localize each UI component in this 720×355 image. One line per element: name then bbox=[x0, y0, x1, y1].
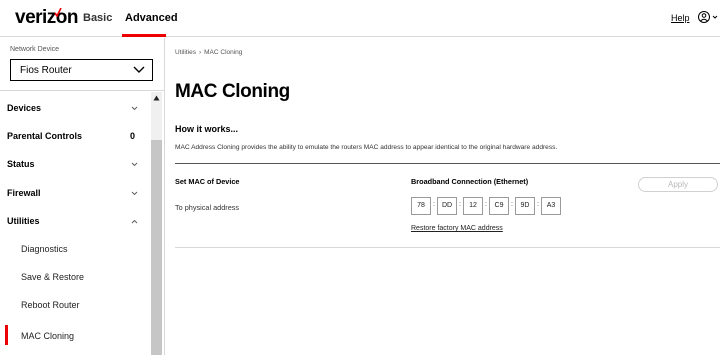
chevron-down-icon bbox=[131, 191, 138, 196]
sidebar-item-diagnostics[interactable]: Diagnostics bbox=[0, 236, 150, 264]
sidebar-item-label: Parental Controls bbox=[7, 131, 83, 141]
top-bar: verizon Basic Advanced Help bbox=[0, 0, 720, 37]
help-link[interactable]: Help bbox=[671, 13, 690, 23]
sidebar-item-mac-cloning[interactable]: MAC Cloning bbox=[0, 323, 150, 351]
breadcrumb: Utilities › MAC Cloning bbox=[175, 49, 242, 56]
restore-factory-mac-link[interactable]: Restore factory MAC address bbox=[411, 225, 503, 232]
mac-octet-input[interactable]: C9 bbox=[489, 197, 509, 215]
sidebar-item-label: MAC Cloning bbox=[21, 331, 75, 341]
breadcrumb-separator: › bbox=[198, 49, 202, 56]
physical-address-label: To physical address bbox=[175, 203, 240, 212]
chevron-down-icon bbox=[133, 66, 145, 73]
sidebar-item-devices[interactable]: Devices bbox=[0, 95, 150, 123]
network-device-label: Network Device bbox=[10, 46, 60, 53]
chevron-down-icon bbox=[131, 106, 138, 111]
mac-octet-input[interactable]: 12 bbox=[463, 197, 483, 215]
active-tab-indicator bbox=[122, 34, 166, 37]
sidebar-item-label: Diagnostics bbox=[21, 244, 68, 254]
verizon-logo[interactable]: verizon bbox=[15, 7, 79, 29]
sidebar-scrollbar-thumb[interactable] bbox=[151, 140, 162, 355]
how-it-works-description: MAC Address Cloning provides the ability… bbox=[175, 144, 558, 151]
broadband-connection-header: Broadband Connection (Ethernet) bbox=[411, 177, 529, 186]
active-item-indicator bbox=[5, 325, 8, 345]
network-device-select[interactable]: Fios Router bbox=[10, 59, 153, 81]
sidebar-item-status[interactable]: Status bbox=[0, 151, 150, 179]
sidebar: Network Device Fios Router Devices Paren… bbox=[0, 38, 165, 355]
network-device-value: Fios Router bbox=[20, 65, 72, 76]
main-content: Utilities › MAC Cloning MAC Cloning How it… bbox=[166, 38, 720, 355]
sidebar-item-label: Firewall bbox=[7, 188, 41, 198]
sidebar-item-firewall[interactable]: Firewall bbox=[0, 180, 150, 208]
mac-octet-input[interactable]: 78 bbox=[411, 197, 431, 215]
sidebar-divider bbox=[0, 90, 165, 91]
chevron-down-icon bbox=[131, 162, 138, 167]
mac-separator: : bbox=[433, 201, 435, 208]
mac-separator: : bbox=[459, 201, 461, 208]
sidebar-item-utilities[interactable]: Utilities bbox=[0, 208, 150, 236]
sidebar-item-label: Devices bbox=[7, 103, 42, 113]
sidebar-item-label: Status bbox=[7, 159, 35, 169]
sidebar-item-label: Utilities bbox=[7, 216, 40, 226]
scroll-up-arrow-icon[interactable] bbox=[153, 95, 160, 101]
parental-controls-count: 0 bbox=[130, 131, 136, 141]
set-mac-header: Set MAC of Device bbox=[175, 177, 240, 186]
tab-basic[interactable]: Basic bbox=[83, 12, 112, 24]
breadcrumb-parent[interactable]: Utilities bbox=[175, 49, 196, 56]
user-circle-icon[interactable] bbox=[697, 10, 719, 24]
sidebar-item-reboot-router[interactable]: Reboot Router bbox=[0, 292, 150, 320]
section-divider bbox=[175, 163, 720, 164]
mac-separator: : bbox=[537, 201, 539, 208]
breadcrumb-current: MAC Cloning bbox=[204, 49, 243, 56]
verizon-check-icon bbox=[54, 8, 62, 17]
sidebar-item-parental-controls[interactable]: Parental Controls 0 bbox=[0, 123, 150, 151]
how-it-works-heading: How it works... bbox=[175, 124, 239, 134]
tab-advanced[interactable]: Advanced bbox=[125, 12, 178, 24]
mac-separator: : bbox=[485, 201, 487, 208]
mac-octet-input[interactable]: A3 bbox=[541, 197, 561, 215]
sidebar-item-label: Reboot Router bbox=[21, 300, 80, 310]
page-title: MAC Cloning bbox=[175, 81, 290, 102]
mac-separator: : bbox=[511, 201, 513, 208]
sidebar-item-label: Save & Restore bbox=[21, 272, 85, 282]
mac-octet-input[interactable]: 9D bbox=[515, 197, 535, 215]
mac-octet-input[interactable]: DD bbox=[437, 197, 457, 215]
chevron-up-icon bbox=[131, 219, 138, 224]
sidebar-item-save-restore[interactable]: Save & Restore bbox=[0, 264, 150, 292]
apply-button[interactable]: Apply bbox=[638, 177, 718, 192]
section-divider bbox=[175, 247, 720, 248]
